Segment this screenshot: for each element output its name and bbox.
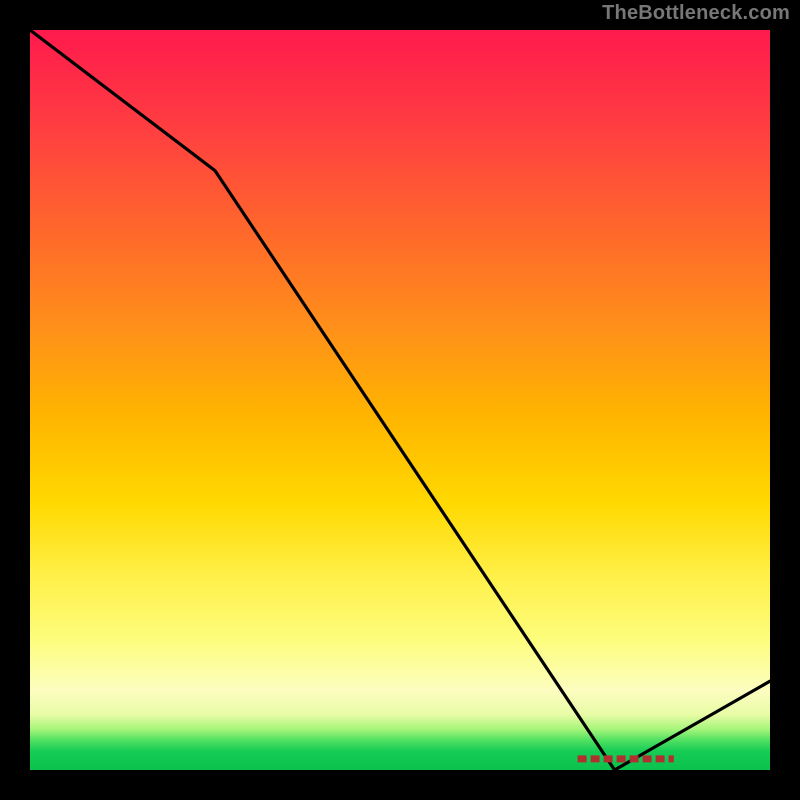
recommended-range-indicator [30, 30, 770, 770]
chart-frame: TheBottleneck.com [0, 0, 800, 800]
watermark-text: TheBottleneck.com [602, 2, 790, 25]
plot-area [30, 30, 770, 770]
